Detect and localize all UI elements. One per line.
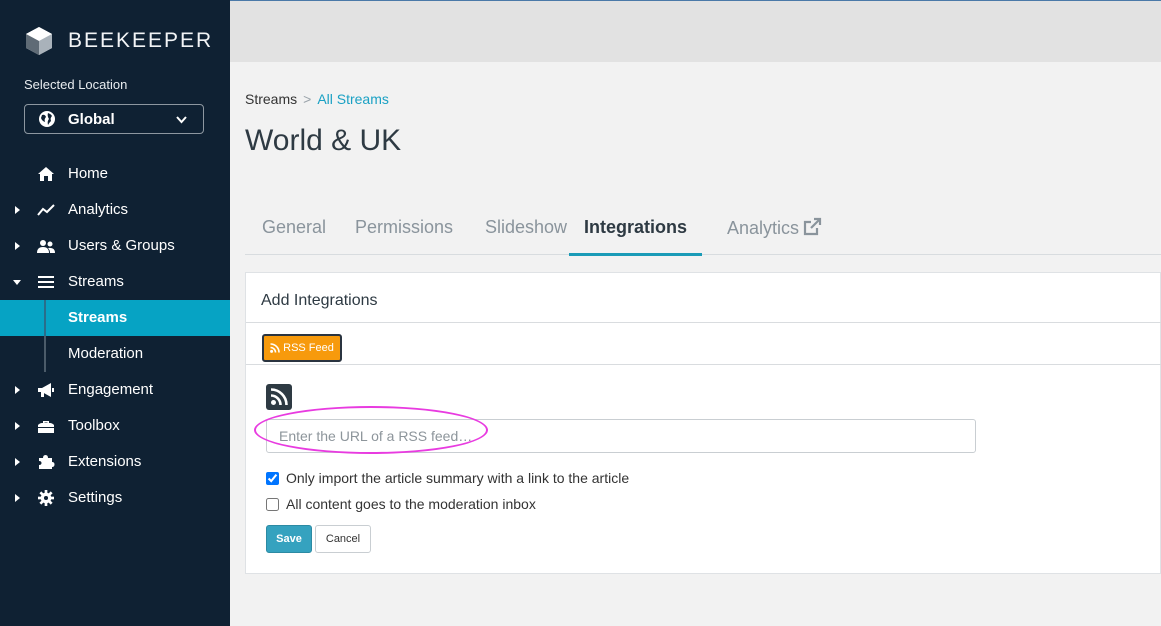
rss-url-input[interactable]	[266, 419, 976, 453]
location-value: Global	[68, 110, 115, 128]
breadcrumb: Streams > All Streams	[245, 91, 389, 107]
caret-down-icon	[13, 280, 21, 285]
summary-only-option[interactable]: Only import the article summary with a l…	[266, 470, 629, 486]
subnav-line	[44, 336, 46, 372]
panel-title: Add Integrations	[261, 292, 378, 309]
caret-right-icon	[15, 386, 20, 394]
divider	[246, 322, 1161, 323]
caret-right-icon	[15, 494, 20, 502]
sidebar-item-label: Analytics	[68, 201, 129, 218]
rss-icon	[270, 343, 280, 353]
analytics-icon	[37, 204, 55, 216]
breadcrumb-link-all-streams[interactable]: All Streams	[317, 91, 389, 107]
external-link-icon	[803, 217, 822, 236]
summary-only-label: Only import the article summary with a l…	[286, 470, 630, 486]
sidebar-item-label: Extensions	[68, 453, 142, 470]
sidebar-item-home[interactable]: Home	[0, 156, 230, 192]
top-bar	[230, 0, 1161, 62]
breadcrumb-root: Streams	[245, 91, 298, 107]
tab-analytics[interactable]: Analytics	[727, 217, 822, 253]
tab-bar: General Permissions Slideshow Integratio…	[245, 210, 1161, 256]
sidebar-item-label: Settings	[68, 489, 123, 506]
breadcrumb-separator: >	[303, 91, 312, 107]
sidebar-item-label: Toolbox	[68, 417, 120, 434]
users-icon	[37, 240, 55, 253]
megaphone-icon	[38, 383, 54, 397]
tab-integrations[interactable]: Integrations	[569, 217, 703, 256]
moderation-inbox-option[interactable]: All content goes to the moderation inbox	[266, 496, 536, 512]
sidebar-item-toolbox[interactable]: Toolbox	[0, 408, 230, 444]
brand-name: BEEKEEPER	[68, 29, 214, 52]
sidebar-subitem-label: Moderation	[68, 345, 144, 362]
sidebar-item-extensions[interactable]: Extensions	[0, 444, 230, 480]
home-icon	[38, 167, 54, 181]
caret-right-icon	[15, 206, 20, 214]
rss-feed-button[interactable]: RSS Feed	[262, 334, 342, 362]
puzzle-icon	[39, 455, 55, 469]
integrations-panel: Add Integrations RSS Feed Only import th…	[245, 272, 1161, 574]
tab-label: General	[262, 217, 327, 237]
tab-label: Slideshow	[485, 217, 568, 237]
tab-permissions[interactable]: Permissions	[355, 217, 453, 253]
sidebar-nav: Home Analytics Users & Groups Streams St…	[0, 156, 230, 516]
brand-logo[interactable]: BEEKEEPER	[24, 26, 213, 56]
sidebar-item-label: Engagement	[68, 381, 154, 398]
globe-icon	[39, 111, 55, 127]
sidebar-item-label: Home	[68, 165, 109, 182]
sidebar-subitem-label: Streams	[68, 309, 128, 326]
page-title: World & UK	[245, 124, 402, 157]
rss-square-icon	[266, 384, 292, 410]
gear-icon	[38, 490, 54, 506]
rss-feed-label: RSS Feed	[283, 342, 334, 354]
divider	[246, 364, 1161, 365]
sidebar-item-settings[interactable]: Settings	[0, 480, 230, 516]
toolbox-icon	[38, 421, 54, 433]
location-label: Selected Location	[24, 77, 128, 92]
moderation-inbox-label: All content goes to the moderation inbox	[286, 496, 536, 512]
save-button[interactable]: Save	[266, 525, 312, 553]
sidebar-item-users-groups[interactable]: Users & Groups	[0, 228, 230, 264]
caret-right-icon	[15, 458, 20, 466]
sidebar-item-streams[interactable]: Streams	[0, 264, 230, 300]
sidebar-item-label: Streams	[68, 273, 124, 290]
sidebar-item-label: Users & Groups	[68, 237, 175, 254]
sidebar-item-analytics[interactable]: Analytics	[0, 192, 230, 228]
caret-right-icon	[15, 242, 20, 250]
sidebar-subitem-moderation[interactable]: Moderation	[0, 336, 230, 372]
tab-label: Permissions	[355, 217, 454, 237]
list-icon	[38, 276, 54, 288]
cancel-button[interactable]: Cancel	[315, 525, 371, 553]
beekeeper-logo-icon	[26, 27, 52, 55]
sidebar: BEEKEEPER Selected Location Global Home …	[0, 0, 230, 626]
sidebar-subitem-streams[interactable]: Streams	[0, 300, 230, 336]
caret-right-icon	[15, 422, 20, 430]
chevron-down-icon	[176, 116, 187, 124]
tab-general[interactable]: General	[262, 217, 326, 253]
sidebar-item-engagement[interactable]: Engagement	[0, 372, 230, 408]
tab-label: Integrations	[584, 217, 688, 237]
location-select[interactable]: Global	[24, 104, 204, 134]
summary-only-checkbox[interactable]	[266, 471, 279, 485]
moderation-inbox-checkbox[interactable]	[266, 497, 279, 511]
tab-label: Analytics	[727, 218, 800, 238]
subnav-line	[44, 300, 46, 336]
tab-slideshow[interactable]: Slideshow	[485, 217, 567, 253]
